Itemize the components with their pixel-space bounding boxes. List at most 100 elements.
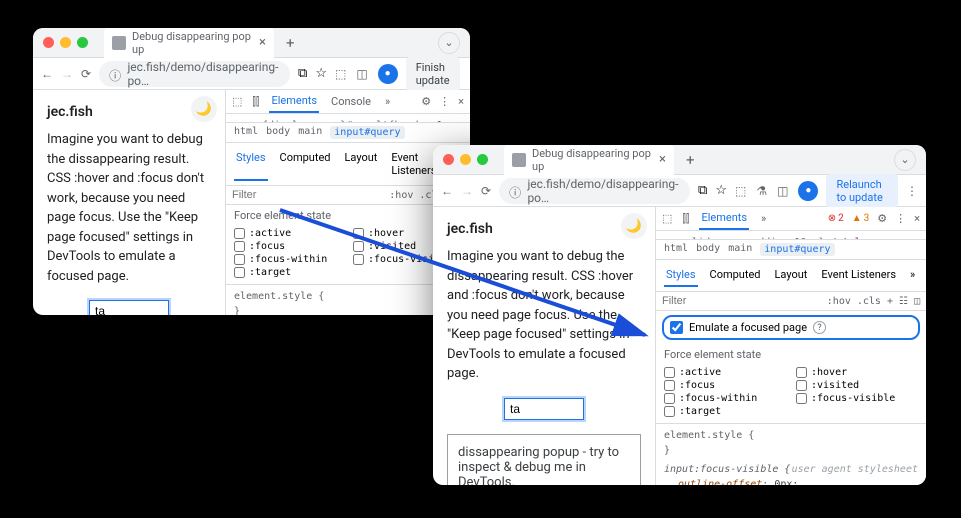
state-focus-within[interactable]: :focus-within — [234, 254, 343, 265]
minimize-window-icon[interactable] — [60, 37, 71, 48]
profile-avatar[interactable]: ● — [378, 64, 398, 84]
relaunch-update-button[interactable]: Relaunch to update — [826, 174, 898, 208]
tab-more[interactable]: » — [759, 208, 768, 229]
maximize-window-icon[interactable] — [477, 154, 488, 165]
crumb-main[interactable]: main — [298, 126, 322, 139]
close-devtools-icon[interactable]: × — [458, 95, 464, 108]
back-button[interactable]: ← — [441, 182, 453, 200]
subtab-more[interactable]: » — [908, 264, 917, 287]
gear-icon[interactable]: ⚙ — [877, 212, 887, 225]
maximize-window-icon[interactable] — [77, 37, 88, 48]
subtab-styles[interactable]: Styles — [664, 264, 698, 287]
device-icon[interactable]: ⫿⫿ — [252, 95, 259, 109]
state-focus-within[interactable]: :focus-within — [664, 393, 786, 404]
devtools-menu-icon[interactable]: ⋮ — [439, 95, 450, 108]
crumb-input[interactable]: input#query — [330, 126, 404, 139]
crumb-html[interactable]: html — [234, 126, 258, 139]
side-panel-icon[interactable]: ◫ — [777, 184, 788, 198]
reload-button[interactable]: ⟳ — [481, 182, 491, 200]
tab-console[interactable]: Console — [329, 91, 373, 112]
new-style-icon[interactable]: + — [887, 296, 893, 307]
subtab-computed[interactable]: Computed — [278, 147, 333, 181]
bookmark-icon[interactable]: ☆ — [315, 66, 327, 81]
state-active[interactable]: :active — [664, 367, 786, 378]
subtab-layout[interactable]: Layout — [773, 264, 810, 287]
emulate-focused-checkbox[interactable] — [670, 321, 683, 334]
close-window-icon[interactable] — [43, 37, 54, 48]
back-button[interactable]: ← — [41, 65, 53, 83]
state-focus-visible[interactable]: :focus-visible — [796, 393, 918, 404]
flexbox-icon[interactable]: ☷ — [899, 296, 908, 307]
tab-elements[interactable]: Elements — [269, 90, 319, 113]
subtab-listeners[interactable]: Event Listeners — [819, 264, 898, 287]
dom-breadcrumbs[interactable]: html body main input#query — [226, 122, 470, 143]
site-info-icon[interactable]: ⓘ — [509, 184, 521, 198]
profile-avatar[interactable]: ● — [798, 181, 818, 201]
warning-count-badge[interactable]: ▲ 3 — [852, 213, 870, 224]
forward-button[interactable]: → — [61, 65, 73, 83]
new-tab-button[interactable]: + — [280, 34, 301, 52]
state-visited[interactable]: :visited — [796, 380, 918, 391]
dark-mode-toggle[interactable]: 🌙 — [621, 213, 647, 239]
close-devtools-icon[interactable]: × — [914, 212, 920, 225]
styles-filter-input[interactable] — [232, 189, 383, 201]
crumb-input[interactable]: input#query — [760, 243, 834, 256]
state-focus[interactable]: :focus — [234, 241, 343, 252]
inspect-icon[interactable]: ⬚ — [662, 212, 672, 225]
dom-breadcrumbs[interactable]: html body main input#query — [656, 239, 926, 260]
styles-filter-input[interactable] — [662, 295, 821, 307]
screen-icon[interactable]: ⧉ — [298, 66, 307, 81]
address-bar[interactable]: ⓘ jec.fish/demo/disappearing-po… — [99, 61, 290, 87]
help-icon[interactable]: ? — [813, 321, 826, 334]
hov-toggle[interactable]: :hov — [389, 190, 413, 201]
address-bar[interactable]: ⓘ jec.fish/demo/disappearing-po… — [499, 178, 690, 204]
flask-icon[interactable]: ⚗ — [756, 184, 767, 198]
site-info-icon[interactable]: ⓘ — [109, 67, 121, 81]
state-target[interactable]: :target — [664, 406, 786, 417]
tab-elements[interactable]: Elements — [699, 207, 749, 230]
menu-icon[interactable]: ⋮ — [906, 184, 918, 198]
subtab-styles[interactable]: Styles — [234, 147, 268, 181]
browser-tab[interactable]: Debug disappearing pop up × — [104, 28, 274, 60]
expand-down-button[interactable]: ⌄ — [894, 149, 916, 171]
new-tab-button[interactable]: + — [680, 151, 701, 169]
emulate-focused-page-row[interactable]: Emulate a focused page ? — [662, 315, 920, 340]
browser-tab[interactable]: Debug disappearing pop up × — [504, 145, 674, 177]
subtab-computed[interactable]: Computed — [708, 264, 763, 287]
inspect-icon[interactable]: ⬚ — [232, 95, 242, 108]
finish-update-button[interactable]: Finish update — [406, 57, 460, 91]
screen-icon[interactable]: ⧉ — [698, 183, 707, 198]
subtab-layout[interactable]: Layout — [343, 147, 380, 181]
state-focus[interactable]: :focus — [664, 380, 786, 391]
search-input[interactable] — [89, 300, 169, 315]
styles-more-icon[interactable]: ◫ — [914, 296, 920, 307]
error-count-badge[interactable]: ⊗ 2 — [828, 213, 844, 224]
hov-toggle[interactable]: :hov — [827, 296, 851, 307]
close-window-icon[interactable] — [443, 154, 454, 165]
bookmark-icon[interactable]: ☆ — [715, 183, 727, 198]
dom-tree[interactable]: solid gray;padding:10px}</style> ▸ <p>…<… — [656, 231, 926, 239]
crumb-body[interactable]: body — [696, 243, 720, 256]
crumb-main[interactable]: main — [728, 243, 752, 256]
styles-rules[interactable]: element.style { } user agent stylesheeti… — [656, 424, 926, 485]
expand-down-button[interactable]: ⌄ — [438, 32, 460, 54]
extensions-icon[interactable]: ⬚ — [335, 67, 346, 81]
close-tab-icon[interactable]: × — [659, 152, 666, 167]
menu-icon[interactable]: ⋮ — [468, 67, 470, 81]
devtools-menu-icon[interactable]: ⋮ — [895, 212, 906, 225]
device-icon[interactable]: ⫿⫿ — [682, 212, 689, 226]
cls-toggle[interactable]: .cls — [857, 296, 881, 307]
crumb-body[interactable]: body — [266, 126, 290, 139]
reload-button[interactable]: ⟳ — [81, 65, 91, 83]
state-target[interactable]: :target — [234, 267, 343, 278]
search-input[interactable] — [504, 398, 584, 420]
dom-tree[interactable]: me{display:none}#result{border:1px solid… — [226, 114, 470, 122]
close-tab-icon[interactable]: × — [259, 35, 266, 50]
side-panel-icon[interactable]: ◫ — [356, 67, 367, 81]
tab-more[interactable]: » — [383, 91, 392, 112]
dark-mode-toggle[interactable]: 🌙 — [191, 96, 217, 122]
gear-icon[interactable]: ⚙ — [421, 95, 431, 108]
state-active[interactable]: :active — [234, 228, 343, 239]
crumb-html[interactable]: html — [664, 243, 688, 256]
minimize-window-icon[interactable] — [460, 154, 471, 165]
